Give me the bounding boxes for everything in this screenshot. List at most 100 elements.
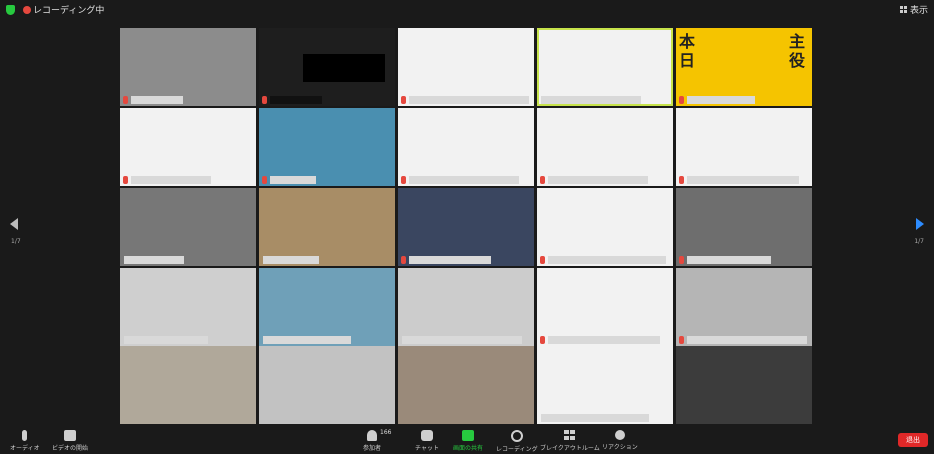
participant-name-label [687,176,799,184]
mic-muted-icon [679,336,684,344]
participant-video-tile[interactable] [259,108,395,186]
audio-label: オーディオ [10,445,40,452]
participant-name-label [541,414,649,422]
participant-name-label [409,96,529,104]
breakout-rooms-button[interactable]: ブレイクアウトルーム [540,430,600,452]
participants-count: 166 [380,429,392,436]
participant-name-label [124,256,184,264]
previous-page-arrow-icon[interactable] [10,218,18,230]
participant-video-tile[interactable] [120,188,256,266]
participants-icon: 166 [367,429,391,441]
meeting-topbar: レコーディング中 表示 [0,0,934,20]
share-label: 画面の共有 [453,445,484,452]
participant-name-label [548,256,666,264]
participant-name-label [124,336,208,344]
active-speaker-video-tile[interactable] [537,28,673,106]
participant-video-tile[interactable] [398,268,534,346]
participant-video-tile[interactable] [398,346,534,424]
view-button[interactable]: 表示 [899,3,928,16]
participant-video-tile[interactable] [120,268,256,346]
participant-video-tile[interactable] [676,346,812,424]
participant-name-label [687,256,771,264]
mic-muted-icon [401,176,406,184]
video-gallery: 本日 主役 [120,28,814,424]
page-indicator-right: 1/7 [914,238,924,245]
tile-banner-right: 主役 [789,32,806,70]
participant-video-tile[interactable] [398,28,534,106]
participant-video-tile[interactable] [120,108,256,186]
share-screen-button[interactable]: 画面の共有 [453,430,483,452]
participant-video-tile[interactable] [120,28,256,106]
recording-icon [23,6,31,14]
participant-video-tile[interactable] [398,108,534,186]
share-screen-icon [462,430,474,441]
mic-muted-icon [540,256,545,264]
record-icon [510,430,523,442]
participant-video-tile[interactable] [676,188,812,266]
video-camera-icon [64,430,76,441]
participants-button[interactable]: 166 参加者 [363,429,391,452]
leave-button[interactable]: 退出 [898,433,928,447]
participant-name-label [263,336,351,344]
chat-button[interactable]: チャット [415,430,439,452]
security-shield-icon[interactable] [6,5,15,15]
mic-muted-icon [262,176,267,184]
view-grid-icon [899,6,907,13]
participant-name-label [409,176,519,184]
participant-video-tile[interactable] [259,268,395,346]
participant-video-tile[interactable] [398,188,534,266]
participant-video-tile[interactable]: 本日 主役 [676,28,812,106]
breakout-label: ブレイクアウトルーム [540,445,600,452]
participant-name-label [541,96,641,104]
chat-icon [420,430,433,441]
participant-video-tile[interactable] [537,268,673,346]
participant-name-label [131,96,183,104]
participant-video-tile[interactable] [537,346,673,424]
participant-name-label [409,256,491,264]
participant-name-label [548,336,660,344]
video-label: ビデオの開始 [52,445,89,452]
participant-video-tile[interactable] [537,188,673,266]
participant-video-tile[interactable] [259,346,395,424]
next-page-arrow-icon[interactable] [916,218,924,230]
participant-name-label [687,336,807,344]
reactions-label: リアクション [602,444,638,451]
participant-video-tile[interactable] [120,346,256,424]
mic-muted-icon [123,176,128,184]
mic-muted-icon [679,96,684,104]
page-indicator-left: 1/7 [11,238,21,245]
mic-muted-icon [679,176,684,184]
mic-muted-icon [540,336,545,344]
meeting-toolbar: オーディオ ビデオの開始 166 参加者 チャット 画面の共有 レコーディング … [0,428,934,454]
microphone-icon [22,430,28,441]
start-video-button[interactable]: ビデオの開始 [52,430,88,452]
audio-button[interactable]: オーディオ [10,430,40,452]
participant-video-tile[interactable] [676,268,812,346]
chat-label: チャット [415,445,439,452]
view-button-label: 表示 [909,6,928,16]
participant-video-tile[interactable] [537,108,673,186]
recording-status: レコーディング中 [33,6,105,16]
participant-video-tile[interactable] [259,188,395,266]
mic-muted-icon [540,176,545,184]
record-label: レコーディング [496,446,538,453]
breakout-rooms-icon [563,430,576,441]
participant-video-tile[interactable] [676,108,812,186]
participant-name-label [687,96,755,104]
mic-muted-icon [679,256,684,264]
participant-name-label [270,176,316,184]
mic-muted-icon [401,256,406,264]
participant-name-label [402,336,522,344]
reactions-icon [614,430,625,440]
participant-name-label [270,96,322,104]
participants-label: 参加者 [363,445,382,452]
participant-name-label [131,176,211,184]
mic-muted-icon [401,96,406,104]
participant-name-label [548,176,648,184]
reactions-button[interactable]: リアクション [602,430,638,451]
mic-muted-icon [123,96,128,104]
tile-banner-left: 本日 [679,32,696,70]
participant-video-tile[interactable] [259,28,395,106]
record-button[interactable]: レコーディング [496,430,538,453]
mic-muted-icon [262,96,267,104]
